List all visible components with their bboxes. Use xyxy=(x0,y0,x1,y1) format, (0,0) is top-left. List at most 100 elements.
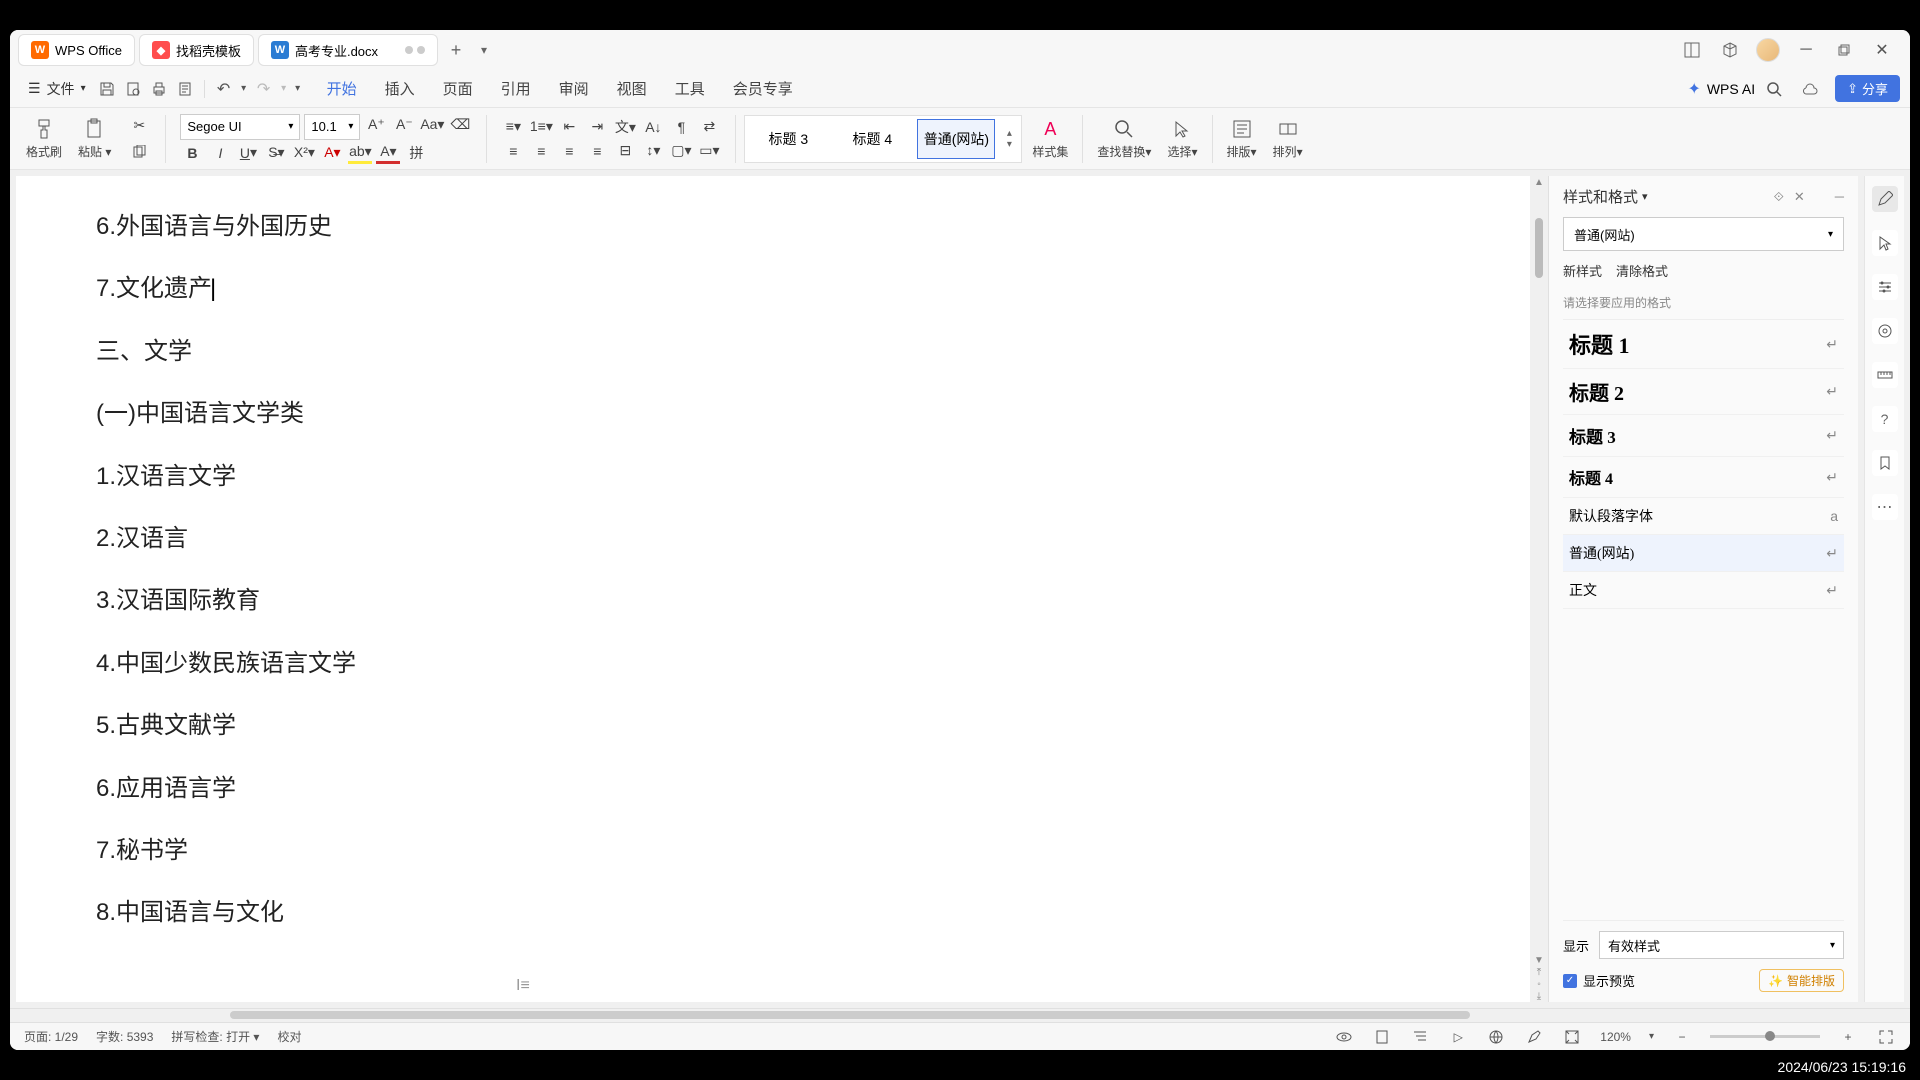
style-list-item[interactable]: 标题 2↵ xyxy=(1563,369,1844,415)
horizontal-scrollbar[interactable] xyxy=(10,1008,1910,1022)
maximize-button[interactable] xyxy=(1832,38,1856,62)
doc-line[interactable]: 2.汉语言 xyxy=(96,508,1450,570)
redo-button[interactable]: ↷ xyxy=(251,76,277,102)
side-tool-bookmark[interactable] xyxy=(1872,450,1898,476)
text-effects-button[interactable]: A▾ xyxy=(320,142,344,164)
increase-indent-button[interactable]: ⇥ xyxy=(585,116,609,138)
style-list-item[interactable]: 标题 4↵ xyxy=(1563,457,1844,498)
print-icon[interactable] xyxy=(146,76,172,102)
ribbon-tab-start[interactable]: 开始 xyxy=(325,74,359,103)
qat-customize[interactable]: ▾ xyxy=(291,76,305,102)
arrange-button[interactable]: 排列▾ xyxy=(1267,115,1309,162)
cube-icon[interactable] xyxy=(1718,38,1742,62)
page-down-icon[interactable]: ⤓ xyxy=(1533,990,1545,1002)
window-layouts-icon[interactable] xyxy=(1680,38,1704,62)
new-style-button[interactable]: 新样式 xyxy=(1563,261,1602,280)
section-nav-icon[interactable]: ◦ xyxy=(1533,978,1545,990)
ribbon-tab-view[interactable]: 视图 xyxy=(615,74,649,103)
user-avatar[interactable] xyxy=(1756,38,1780,62)
print-layout-icon[interactable] xyxy=(1372,1027,1392,1047)
doc-line-cursor[interactable]: 7.文化遗产 xyxy=(96,258,1450,320)
style-list-item[interactable]: 标题 3↵ xyxy=(1563,415,1844,457)
chevron-down-icon[interactable]: ▾ xyxy=(1642,190,1648,203)
doc-line[interactable]: 4.中国少数民族语言文学 xyxy=(96,633,1450,695)
style-list-item[interactable]: 标题 1↵ xyxy=(1563,320,1844,369)
doc-line[interactable]: 5.古典文献学 xyxy=(96,695,1450,757)
status-spellcheck[interactable]: 拼写检查: 打开 ▾ xyxy=(171,1028,259,1045)
zoom-slider[interactable] xyxy=(1710,1035,1820,1038)
find-replace-button[interactable]: 查找替换▾ xyxy=(1091,115,1157,162)
font-family-select[interactable]: Segoe UI ▾ xyxy=(180,114,300,140)
superscript-button[interactable]: X²▾ xyxy=(292,142,316,164)
style-list-item[interactable]: 正文↵ xyxy=(1563,572,1844,609)
ribbon-tab-insert[interactable]: 插入 xyxy=(383,74,417,103)
document-page[interactable]: 6.外国语言与外国历史 7.文化遗产 三、文学 (一)中国语言文学类 1.汉语言… xyxy=(16,176,1530,965)
reading-view-icon[interactable]: ▷ xyxy=(1448,1027,1468,1047)
underline-button[interactable]: U▾ xyxy=(236,142,260,164)
align-right-button[interactable]: ≡ xyxy=(557,140,581,162)
phonetic-guide-button[interactable]: 拼 xyxy=(404,142,428,164)
copy-button[interactable] xyxy=(127,141,151,163)
doc-line[interactable]: (一)中国语言文学类 xyxy=(96,383,1450,445)
style-gallery-item-heading4[interactable]: 标题 4 xyxy=(833,119,911,159)
paragraph-marks-button[interactable]: ¶ xyxy=(669,116,693,138)
ribbon-tab-review[interactable]: 审阅 xyxy=(557,74,591,103)
page-preview-icon[interactable] xyxy=(172,76,198,102)
web-layout-icon[interactable] xyxy=(1486,1027,1506,1047)
search-icon[interactable] xyxy=(1761,76,1787,102)
layout-button[interactable]: 排版▾ xyxy=(1221,115,1263,162)
select-button[interactable]: 选择▾ xyxy=(1161,115,1203,162)
highlight-button[interactable]: ab▾ xyxy=(348,142,372,164)
ribbon-tab-page[interactable]: 页面 xyxy=(441,74,475,103)
zoom-dropdown-icon[interactable]: ▾ xyxy=(1649,1031,1654,1042)
change-case-button[interactable]: Aa▾ xyxy=(420,114,444,136)
italic-button[interactable]: I xyxy=(208,142,232,164)
doc-line[interactable]: 8.中国语言与文化 xyxy=(96,882,1450,944)
decrease-indent-button[interactable]: ⇤ xyxy=(557,116,581,138)
redo-dropdown[interactable]: ▾ xyxy=(277,76,291,102)
close-button[interactable]: ✕ xyxy=(1870,38,1894,62)
outline-view-icon[interactable] xyxy=(1410,1027,1430,1047)
clear-formatting-button[interactable]: ⌫ xyxy=(448,114,472,136)
style-gallery-item-normal-web[interactable]: 普通(网站) xyxy=(917,119,995,159)
doc-line[interactable]: 7.秘书学 xyxy=(96,820,1450,882)
ribbon-tab-reference[interactable]: 引用 xyxy=(499,74,533,103)
undo-button[interactable]: ↶ xyxy=(211,76,237,102)
cloud-chat-icon[interactable] xyxy=(1799,76,1825,102)
status-page[interactable]: 页面: 1/29 xyxy=(24,1028,78,1045)
pin-icon[interactable]: ⟐ xyxy=(1774,189,1784,205)
numbered-list-button[interactable]: 1≡▾ xyxy=(529,116,553,138)
decrease-font-button[interactable]: A⁻ xyxy=(392,114,416,136)
style-gallery-item-heading3[interactable]: 标题 3 xyxy=(749,119,827,159)
doc-line[interactable]: 6.外国语言与外国历史 xyxy=(96,196,1450,258)
doc-line[interactable]: 三、文学 xyxy=(96,321,1450,383)
text-direction-button[interactable]: 文▾ xyxy=(613,116,637,138)
status-proof[interactable]: 校对 xyxy=(277,1028,301,1045)
side-tool-select[interactable] xyxy=(1872,230,1898,256)
hscroll-thumb[interactable] xyxy=(230,1011,1470,1019)
smart-layout-button[interactable]: ✨ 智能排版 xyxy=(1759,969,1844,992)
current-style-select[interactable]: 普通(网站) ▾ xyxy=(1563,217,1844,251)
minimize-button[interactable]: ─ xyxy=(1794,38,1818,62)
scroll-thumb[interactable] xyxy=(1535,218,1543,278)
close-panel-icon[interactable]: ✕ xyxy=(1794,189,1805,205)
page-up-icon[interactable]: ⤒ xyxy=(1533,966,1545,978)
paste-button[interactable]: 粘贴 ▾ xyxy=(72,115,117,162)
side-tool-more[interactable]: ⋯ xyxy=(1872,494,1898,520)
fullscreen-icon[interactable] xyxy=(1876,1027,1896,1047)
document-area[interactable]: 6.外国语言与外国历史 7.文化遗产 三、文学 (一)中国语言文学类 1.汉语言… xyxy=(16,176,1530,1002)
file-menu[interactable]: ☰ 文件 ▾ xyxy=(20,75,94,103)
shading-button[interactable]: ▢▾ xyxy=(669,140,693,162)
doc-line[interactable]: 3.汉语国际教育 I≡ xyxy=(96,570,1450,632)
side-tool-settings[interactable] xyxy=(1872,274,1898,300)
tab-document[interactable]: W 高考专业.docx xyxy=(258,34,438,66)
zoom-value[interactable]: 120% xyxy=(1600,1030,1631,1044)
status-words[interactable]: 字数: 5393 xyxy=(96,1028,153,1045)
ribbon-tab-tools[interactable]: 工具 xyxy=(673,74,707,103)
style-set-button[interactable]: A 样式集 xyxy=(1026,115,1074,162)
side-tool-edit[interactable] xyxy=(1872,186,1898,212)
minimize-panel-icon[interactable]: ─ xyxy=(1835,189,1844,205)
format-painter-button[interactable]: 格式刷 xyxy=(20,115,68,162)
tabs-button[interactable]: ⇄ xyxy=(697,116,721,138)
scroll-down-icon[interactable]: ▼ xyxy=(1533,954,1545,966)
